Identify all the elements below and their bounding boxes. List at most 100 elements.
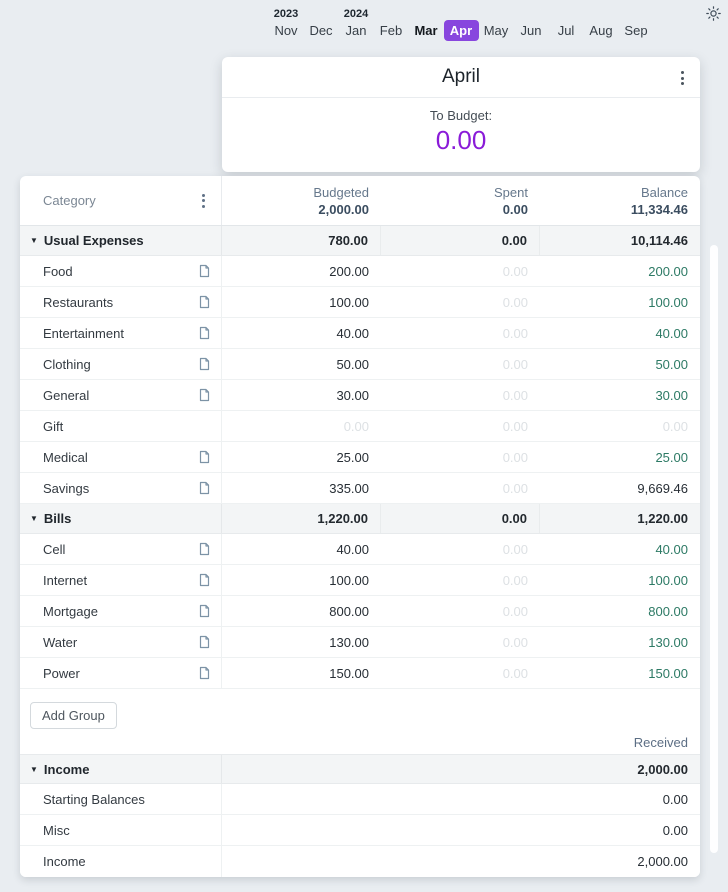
category-name[interactable]: Misc (43, 823, 70, 838)
balance-cell[interactable]: 800.00 (540, 596, 700, 626)
balance-cell[interactable]: 150.00 (540, 658, 700, 688)
note-button[interactable] (198, 264, 211, 278)
balance-cell[interactable]: 200.00 (540, 256, 700, 286)
spent-cell[interactable]: 0.00 (381, 442, 540, 472)
budgeted-cell[interactable]: 150.00 (222, 658, 381, 688)
income-group-row[interactable]: ▼ Income 2,000.00 (20, 754, 700, 784)
month-aug[interactable]: Aug (584, 20, 619, 41)
category-name[interactable]: Savings (43, 481, 198, 496)
month-may[interactable]: May (479, 20, 514, 41)
month-dec[interactable]: Dec (304, 20, 339, 41)
budgeted-cell[interactable]: 40.00 (222, 534, 381, 564)
balance-cell[interactable]: 0.00 (540, 411, 700, 441)
budgeted-cell[interactable]: 100.00 (222, 287, 381, 317)
category-menu-button[interactable] (200, 192, 207, 210)
to-budget-label: To Budget: (429, 108, 493, 123)
spent-cell[interactable]: 0.00 (381, 380, 540, 410)
spent-cell[interactable]: 0.00 (381, 349, 540, 379)
group-name-cell[interactable]: ▼ Usual Expenses (20, 226, 222, 255)
month-menu-button[interactable] (679, 69, 686, 87)
balance-cell[interactable]: 130.00 (540, 627, 700, 657)
budgeted-cell[interactable]: 0.00 (222, 411, 381, 441)
category-name[interactable]: Entertainment (43, 326, 198, 341)
income-group-name-cell[interactable]: ▼ Income (20, 755, 222, 783)
add-group-button[interactable]: Add Group (30, 702, 117, 729)
note-button[interactable] (198, 604, 211, 618)
category-name[interactable]: General (43, 388, 198, 403)
category-name[interactable]: Internet (43, 573, 198, 588)
to-budget-value[interactable]: 0.00 (222, 125, 700, 156)
category-name[interactable]: Gift (43, 419, 221, 434)
spent-cell[interactable]: 0.00 (381, 256, 540, 286)
month-mar[interactable]: Mar (409, 20, 444, 41)
note-button[interactable] (198, 450, 211, 464)
month-jan[interactable]: Jan (339, 20, 374, 41)
spent-cell[interactable]: 0.00 (381, 411, 540, 441)
spent-cell[interactable]: 0.00 (381, 658, 540, 688)
category-name[interactable]: Restaurants (43, 295, 198, 310)
balance-cell[interactable]: 100.00 (540, 565, 700, 595)
group-row[interactable]: ▼ Bills 1,220.00 0.00 1,220.00 (20, 504, 700, 534)
spent-cell[interactable]: 0.00 (381, 596, 540, 626)
category-name[interactable]: Water (43, 635, 198, 650)
note-button[interactable] (198, 666, 211, 680)
scrollbar-thumb[interactable] (710, 245, 718, 853)
theme-toggle-button[interactable] (706, 6, 721, 26)
group-row[interactable]: ▼ Usual Expenses 780.00 0.00 10,114.46 (20, 226, 700, 256)
balance-cell[interactable]: 40.00 (540, 534, 700, 564)
budgeted-cell[interactable]: 30.00 (222, 380, 381, 410)
budgeted-cell[interactable]: 800.00 (222, 596, 381, 626)
spent-cell[interactable]: 0.00 (381, 318, 540, 348)
category-name[interactable]: Cell (43, 542, 198, 557)
balance-cell[interactable]: 25.00 (540, 442, 700, 472)
note-button[interactable] (198, 326, 211, 340)
category-name[interactable]: Medical (43, 450, 198, 465)
spent-cell[interactable]: 0.00 (381, 565, 540, 595)
budgeted-cell[interactable]: 50.00 (222, 349, 381, 379)
note-button[interactable] (198, 542, 211, 556)
balance-cell[interactable]: 100.00 (540, 287, 700, 317)
collapse-arrow-icon[interactable]: ▼ (30, 514, 38, 523)
collapse-arrow-icon[interactable]: ▼ (30, 765, 38, 774)
category-name[interactable]: Starting Balances (43, 792, 145, 807)
collapse-arrow-icon[interactable]: ▼ (30, 236, 38, 245)
spent-cell[interactable]: 0.00 (381, 473, 540, 503)
category-name[interactable]: Food (43, 264, 198, 279)
month-feb[interactable]: Feb (374, 20, 409, 41)
received-cell[interactable]: 0.00 (540, 815, 700, 845)
month-apr[interactable]: Apr (443, 20, 479, 41)
received-cell[interactable]: 0.00 (540, 784, 700, 814)
note-button[interactable] (198, 357, 211, 371)
balance-cell[interactable]: 50.00 (540, 349, 700, 379)
month-nov[interactable]: Nov (269, 20, 304, 41)
month-jun[interactable]: Jun (514, 20, 549, 41)
month-jul[interactable]: Jul (549, 20, 584, 41)
budgeted-cell[interactable]: 40.00 (222, 318, 381, 348)
spent-cell[interactable]: 0.00 (381, 287, 540, 317)
category-name-cell: Savings (20, 473, 222, 503)
received-cell[interactable]: 2,000.00 (540, 846, 700, 877)
budgeted-cell[interactable]: 335.00 (222, 473, 381, 503)
year-label (479, 8, 514, 20)
group-name-cell[interactable]: ▼ Bills (20, 504, 222, 533)
spent-cell[interactable]: 0.00 (381, 534, 540, 564)
category-name[interactable]: Mortgage (43, 604, 198, 619)
note-icon (199, 542, 210, 556)
note-button[interactable] (198, 388, 211, 402)
note-button[interactable] (198, 573, 211, 587)
balance-cell[interactable]: 9,669.46 (540, 473, 700, 503)
balance-cell[interactable]: 30.00 (540, 380, 700, 410)
note-button[interactable] (198, 295, 211, 309)
category-name[interactable]: Clothing (43, 357, 198, 372)
category-name[interactable]: Income (43, 854, 86, 869)
budgeted-cell[interactable]: 130.00 (222, 627, 381, 657)
category-name[interactable]: Power (43, 666, 198, 681)
budgeted-cell[interactable]: 100.00 (222, 565, 381, 595)
note-button[interactable] (198, 635, 211, 649)
spent-cell[interactable]: 0.00 (381, 627, 540, 657)
budgeted-cell[interactable]: 25.00 (222, 442, 381, 472)
balance-cell[interactable]: 40.00 (540, 318, 700, 348)
month-sep[interactable]: Sep (619, 20, 654, 41)
budgeted-cell[interactable]: 200.00 (222, 256, 381, 286)
note-button[interactable] (198, 481, 211, 495)
